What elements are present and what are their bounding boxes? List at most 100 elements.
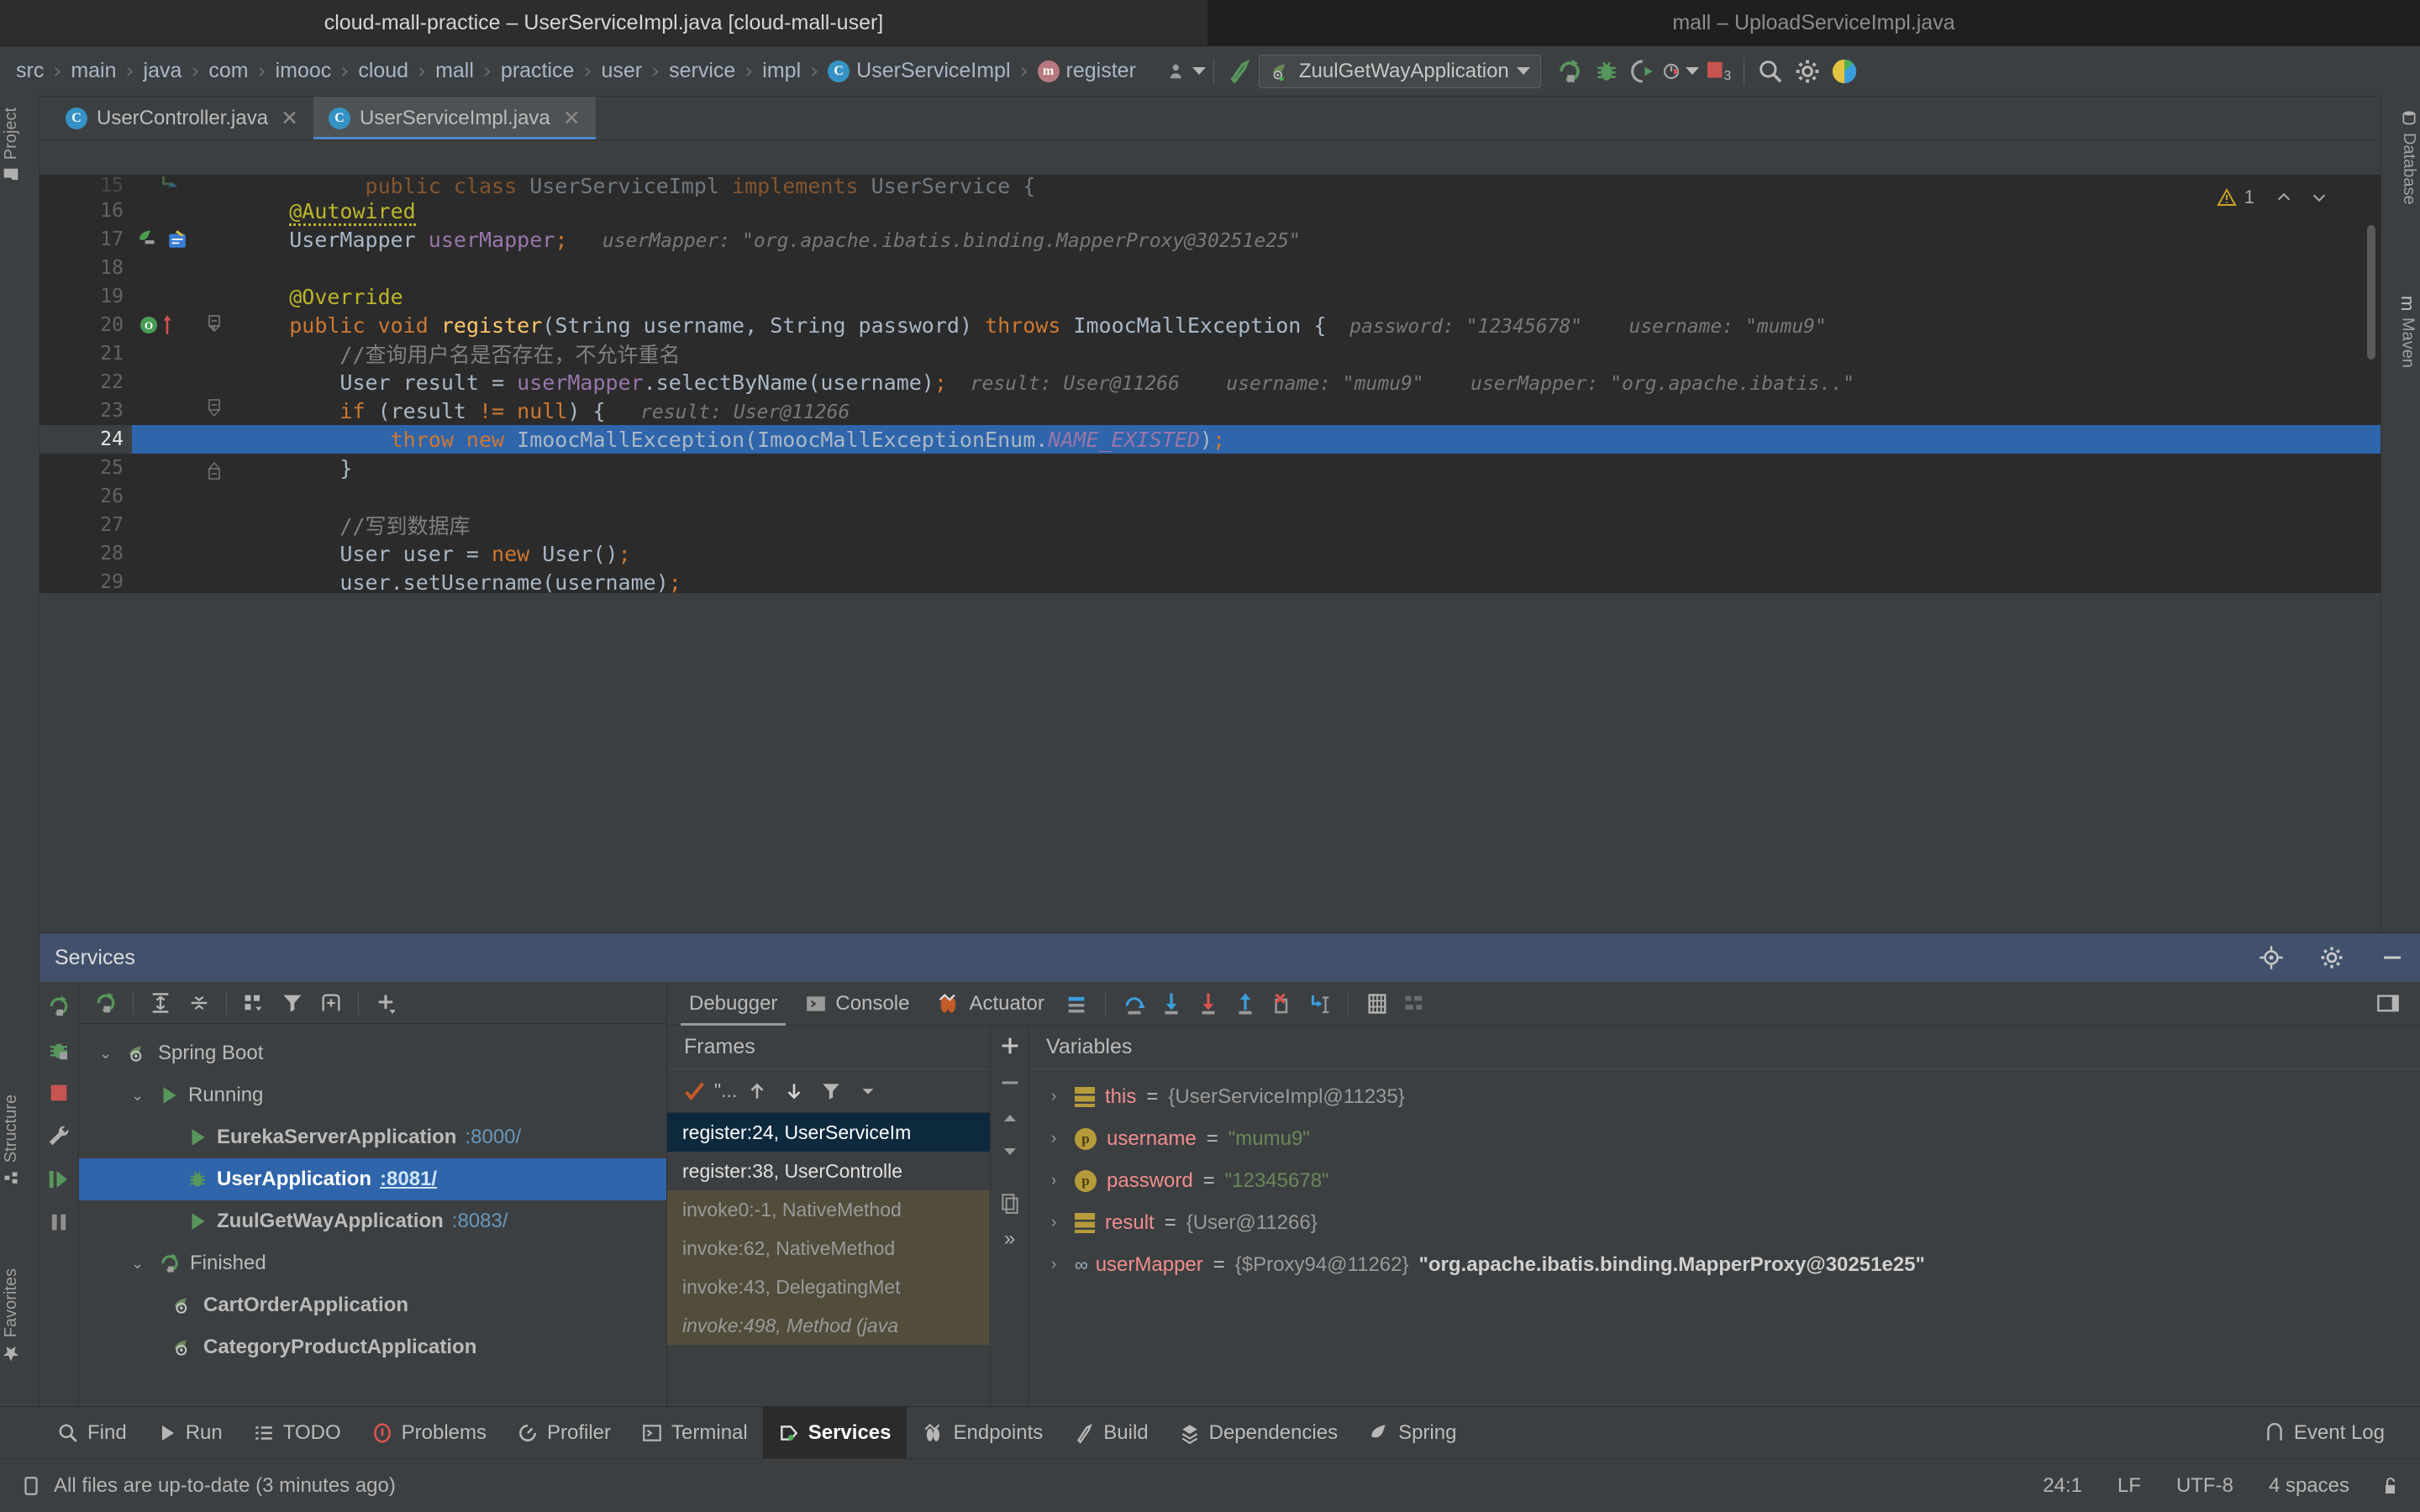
step-into-icon[interactable] xyxy=(1153,985,1190,1022)
tree-item-eurekaserverapplication[interactable]: EurekaServerApplication :8000/ xyxy=(79,1116,666,1158)
tree-item-port[interactable]: :8000/ xyxy=(465,1126,521,1149)
more-actions-icon[interactable]: » xyxy=(1004,1227,1015,1251)
tree-item-zuulgetwayapplication[interactable]: ZuulGetWayApplication :8083/ xyxy=(79,1200,666,1242)
debug-icon[interactable] xyxy=(46,1037,71,1063)
pause-program-icon[interactable] xyxy=(47,1210,71,1234)
tree-item-spring-boot[interactable]: ⌄ Spring Boot xyxy=(79,1032,666,1074)
editor-scrollbar-thumb[interactable] xyxy=(2367,225,2375,360)
unlocked-icon[interactable] xyxy=(2380,1475,2400,1497)
restore-layout-icon[interactable] xyxy=(2370,985,2407,1022)
tool-window-find[interactable]: Find xyxy=(42,1407,142,1459)
chevron-right-icon[interactable]: › xyxy=(1051,1130,1065,1148)
filter-icon[interactable] xyxy=(814,1074,848,1108)
chevron-down-icon[interactable]: ⌄ xyxy=(99,1045,118,1063)
filter-icon[interactable] xyxy=(276,986,309,1020)
close-icon[interactable]: ✕ xyxy=(563,106,581,131)
variable-row-this[interactable]: › this = {UserServiceImpl@11235} xyxy=(1029,1076,2420,1118)
rerun-icon[interactable] xyxy=(89,986,123,1020)
sidebar-item-favorites[interactable]: Favorites xyxy=(2,1258,21,1373)
add-icon[interactable] xyxy=(998,1034,1022,1058)
resume-program-icon[interactable] xyxy=(46,1167,71,1192)
search-everywhere-icon[interactable] xyxy=(1752,53,1789,90)
remove-icon[interactable] xyxy=(998,1071,1022,1095)
layout-settings-icon[interactable] xyxy=(1058,985,1095,1022)
breadcrumb-item-userserviceimpl[interactable]: C UserServiceImpl xyxy=(820,59,1018,83)
inspection-warning-indicator[interactable]: 1 xyxy=(2216,186,2330,208)
editor-tab-usercontroller[interactable]: C UserController.java ✕ xyxy=(50,97,314,139)
sidebar-item-structure[interactable]: Structure xyxy=(2,1084,21,1196)
down-icon[interactable] xyxy=(777,1074,811,1108)
target-locate-icon[interactable] xyxy=(2259,945,2284,970)
tool-window-terminal[interactable]: Terminal xyxy=(626,1407,763,1459)
debug-icon[interactable] xyxy=(1588,53,1625,90)
sidebar-item-database[interactable]: Database xyxy=(2399,99,2418,215)
variable-row-username[interactable]: › p username = "mumu9" xyxy=(1029,1118,2420,1160)
run-configuration-selector[interactable]: ZuulGetWayApplication xyxy=(1258,54,1541,88)
gutter-icons[interactable] xyxy=(132,225,203,254)
mute-breakpoints-icon[interactable] xyxy=(1396,985,1433,1022)
tree-item-port[interactable]: :8081/ xyxy=(380,1168,437,1191)
gutter-icons[interactable]: O xyxy=(132,311,203,339)
frame-row[interactable]: register:24, UserServiceIm xyxy=(667,1113,990,1152)
breadcrumb-item-practice[interactable]: practice xyxy=(493,59,582,83)
chevron-down-icon[interactable]: ⌄ xyxy=(131,1255,150,1273)
rerun-icon[interactable] xyxy=(46,994,71,1019)
tree-item-categoryproductapplication[interactable]: CategoryProductApplication xyxy=(79,1326,666,1368)
breadcrumb-item-register[interactable]: m register xyxy=(1030,59,1144,83)
expand-all-icon[interactable] xyxy=(144,986,177,1020)
tab-console[interactable]: Console xyxy=(791,982,923,1026)
breadcrumb-item-cloud[interactable]: cloud xyxy=(350,59,416,83)
up-icon[interactable] xyxy=(1000,1108,1020,1128)
settings-gear-icon[interactable] xyxy=(2319,945,2344,970)
tree-item-finished[interactable]: ⌄ Finished xyxy=(79,1242,666,1284)
frame-row[interactable]: invoke:62, NativeMethod xyxy=(667,1229,990,1268)
up-icon[interactable] xyxy=(740,1074,774,1108)
settings-gear-icon[interactable] xyxy=(1789,53,1826,90)
settings-wrench-icon[interactable] xyxy=(46,1123,71,1148)
variable-row-password[interactable]: › p password = "12345678" xyxy=(1029,1160,2420,1202)
sidebar-item-project[interactable]: Project xyxy=(2,97,21,193)
chevron-right-icon[interactable]: › xyxy=(1051,1214,1065,1232)
user-icon[interactable] xyxy=(1169,53,1206,90)
chevron-right-icon[interactable]: › xyxy=(1051,1172,1065,1190)
caret-position[interactable]: 24:1 xyxy=(2031,1474,2094,1498)
gutter-icons[interactable] xyxy=(132,175,203,197)
stop-button[interactable]: 3 xyxy=(1699,53,1736,90)
frame-row[interactable]: invoke:43, DelegatingMet xyxy=(667,1268,990,1306)
minimize-icon[interactable] xyxy=(2380,945,2405,970)
tool-window-endpoints[interactable]: Endpoints xyxy=(907,1407,1059,1459)
tree-item-running[interactable]: ⌄ Running xyxy=(79,1074,666,1116)
thread-label[interactable]: "... xyxy=(714,1079,737,1102)
step-out-icon[interactable] xyxy=(1227,985,1264,1022)
force-step-into-icon[interactable] xyxy=(1190,985,1227,1022)
thread-selector-icon[interactable] xyxy=(677,1074,711,1108)
run-icon[interactable] xyxy=(1551,53,1588,90)
tool-window-build[interactable]: Build xyxy=(1058,1407,1163,1459)
chevron-right-icon[interactable]: › xyxy=(1051,1088,1065,1106)
ide-updates-icon[interactable] xyxy=(1826,53,1863,90)
variable-row-usermapper[interactable]: › ∞ userMapper = {$Proxy94@11262} "org.a… xyxy=(1029,1244,2420,1286)
group-by-icon[interactable] xyxy=(237,986,271,1020)
breadcrumb-item-src[interactable]: src xyxy=(8,59,51,83)
chevron-down-icon[interactable] xyxy=(851,1074,885,1108)
breadcrumb-item-user[interactable]: user xyxy=(593,59,650,83)
tool-window-run[interactable]: Run xyxy=(142,1407,238,1459)
copy-icon[interactable] xyxy=(999,1192,1021,1214)
drop-frame-icon[interactable] xyxy=(1264,985,1301,1022)
step-over-icon[interactable] xyxy=(1116,985,1153,1022)
variables-list[interactable]: › this = {UserServiceImpl@11235} › p use… xyxy=(1029,1069,2420,1286)
tree-item-userapplication[interactable]: UserApplication :8081/ xyxy=(79,1158,666,1200)
indent-setting[interactable]: 4 spaces xyxy=(2257,1474,2361,1498)
code-editor[interactable]: 15 public class UserServiceImpl implemen… xyxy=(39,175,2381,593)
frame-row[interactable]: register:38, UserControlle xyxy=(667,1152,990,1190)
evaluate-expression-icon[interactable] xyxy=(1359,985,1396,1022)
run-with-coverage-icon[interactable] xyxy=(1625,53,1662,90)
tool-window-problems[interactable]: Problems xyxy=(356,1407,502,1459)
tab-actuator[interactable]: Actuator xyxy=(923,982,1057,1026)
add-service-icon[interactable] xyxy=(369,986,402,1020)
breadcrumb-item-main[interactable]: main xyxy=(63,59,124,83)
chevron-down-icon[interactable]: ⌄ xyxy=(131,1087,150,1105)
tool-window-services[interactable]: Services xyxy=(762,1406,907,1459)
breadcrumb-item-imooc[interactable]: imooc xyxy=(268,59,339,83)
breadcrumb-item-service[interactable]: service xyxy=(661,59,743,83)
